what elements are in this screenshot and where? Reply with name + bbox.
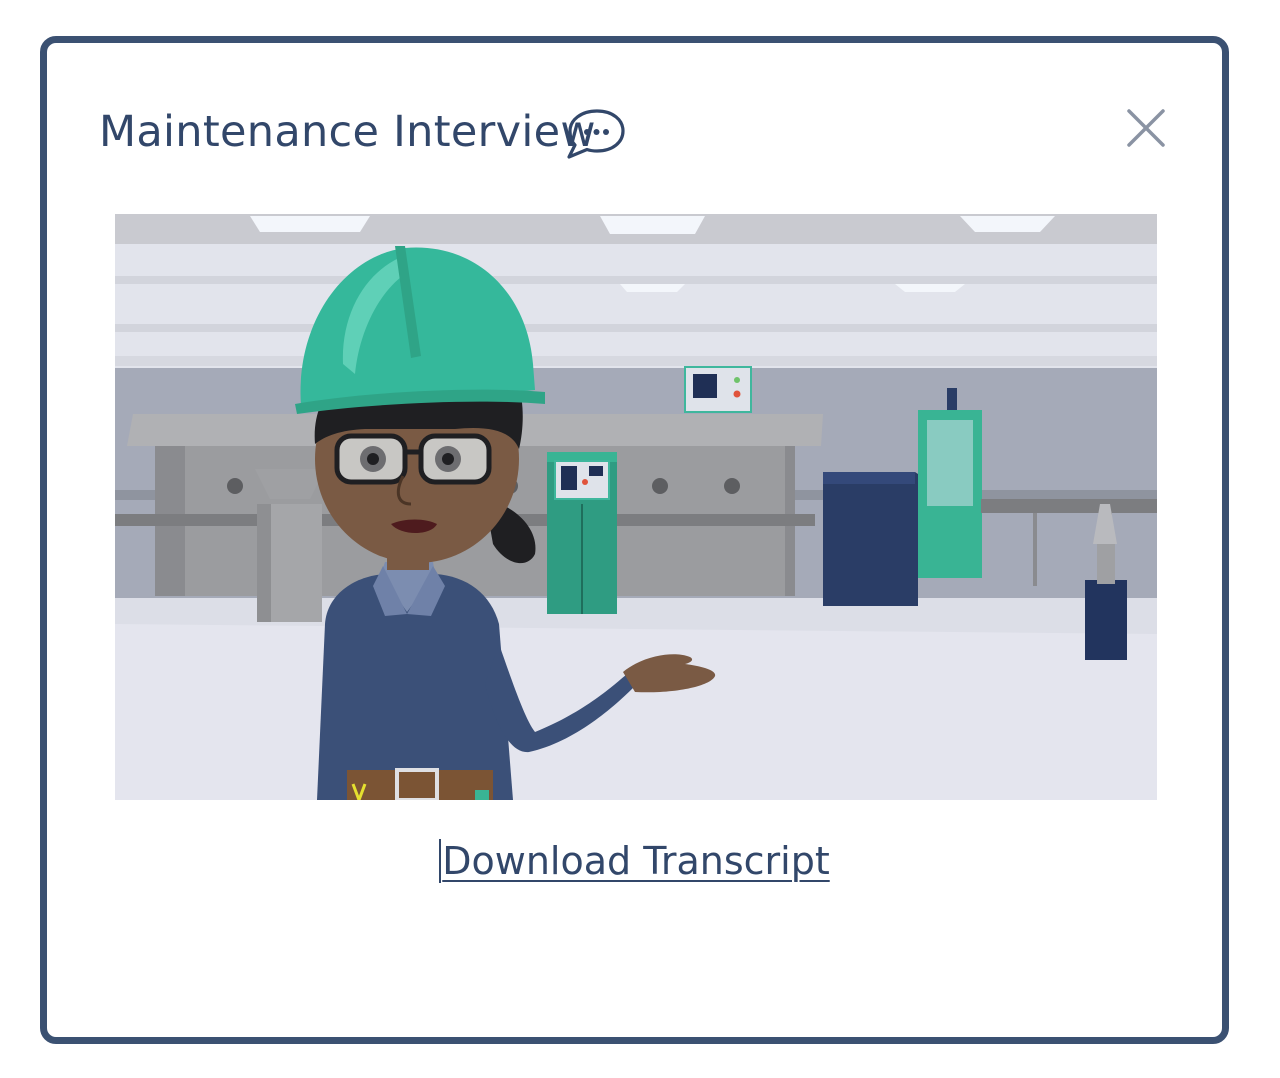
modal-title: Maintenance Interview	[99, 107, 596, 157]
close-icon[interactable]	[1119, 101, 1173, 155]
chat-bubble-icon	[567, 109, 625, 159]
download-transcript-link[interactable]: Download Transcript	[439, 839, 830, 883]
interview-modal: Maintenance Interview Download Transcrip…	[40, 36, 1229, 1044]
interview-video[interactable]	[115, 214, 1157, 800]
transcript-container: Download Transcript	[47, 839, 1222, 883]
